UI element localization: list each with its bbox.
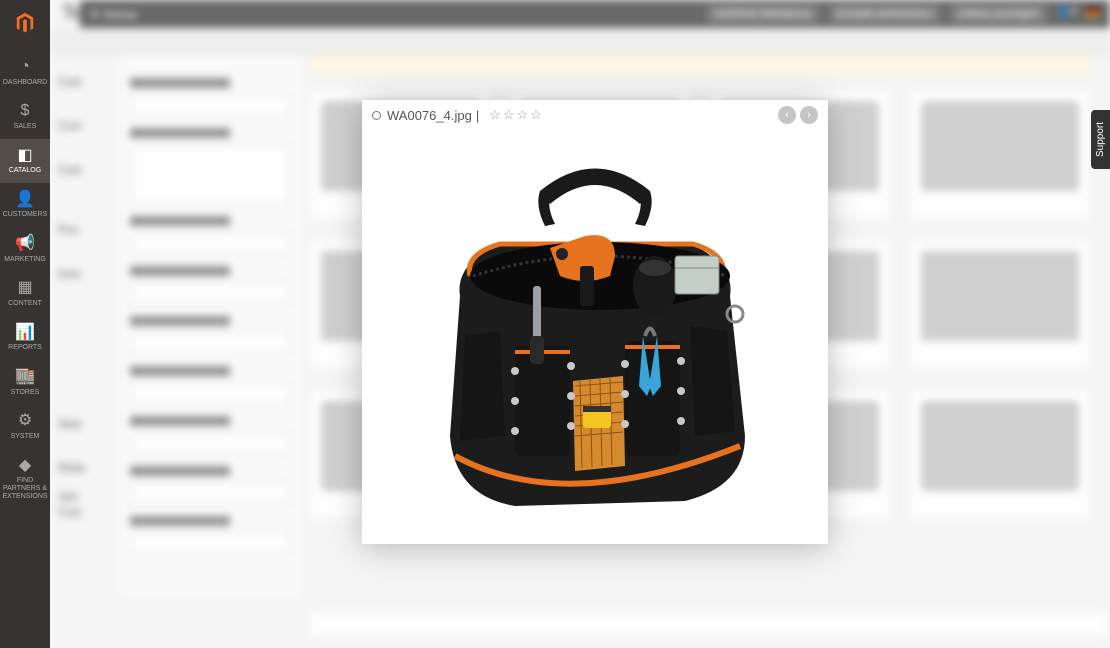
tool-bag-image — [385, 136, 805, 526]
section: Rela — [58, 460, 118, 490]
nav-content[interactable]: ▦ CONTENT — [0, 271, 50, 315]
asset-thumbnail[interactable] — [910, 90, 1090, 220]
user-icon[interactable]: 👤▾ — [1057, 5, 1076, 23]
separator: | — [476, 108, 479, 123]
magento-logo-icon[interactable] — [10, 8, 40, 38]
bg-filter-panel — [120, 56, 300, 596]
dashboard-icon: ◔ — [20, 58, 30, 76]
bg-header — [50, 28, 1110, 54]
topbar-btn[interactable]: Videos anzeigen — [950, 5, 1047, 23]
nav-label: MARKETING — [4, 256, 46, 264]
lightbox-next-button[interactable]: › — [800, 106, 818, 124]
nav-label: STORES — [11, 389, 40, 397]
section: Sea — [58, 416, 118, 446]
bg-pagination — [310, 610, 1110, 638]
section: Ima — [58, 266, 118, 296]
nav-dashboard[interactable]: ◔ DASHBOARD — [0, 50, 50, 94]
nav-system[interactable]: ⚙ SYSTEM — [0, 404, 50, 448]
image-lightbox: WA0076_4.jpg | ☆☆☆☆ ‹ › — [362, 100, 828, 544]
nav-label: SYSTEM — [11, 433, 40, 441]
nav-catalog[interactable]: ◧ CATALOG — [0, 139, 50, 183]
section: Con — [58, 118, 118, 148]
topbar-btn[interactable]: Geführte Webdemo — [707, 5, 819, 23]
nav-label: REPORTS — [8, 344, 42, 352]
section: Con — [58, 162, 118, 192]
nav-partners[interactable]: ◆ FIND PARTNERS & EXTENSIONS — [0, 449, 50, 509]
section: Pro — [58, 222, 118, 252]
lightbox-filename: WA0076_4.jpg — [387, 108, 472, 123]
nav-label: DASHBOARD — [3, 79, 47, 87]
section: Con — [58, 74, 118, 104]
topbar-btn[interactable]: Kontakt aufnehmen — [829, 5, 940, 23]
nav-label: CATALOG — [9, 167, 41, 175]
nav-marketing[interactable]: 📢 MARKETING — [0, 227, 50, 271]
system-icon: ⚙ — [18, 412, 32, 430]
content-icon: ▦ — [17, 279, 32, 297]
rating-stars[interactable]: ☆☆☆☆ — [489, 107, 544, 123]
nav-label: CUSTOMERS — [3, 211, 48, 219]
nav-customers[interactable]: 👤 CUSTOMERS — [0, 183, 50, 227]
reports-icon: 📊 — [15, 324, 35, 342]
support-tab[interactable]: Support — [1091, 110, 1110, 169]
nav-label: SALES — [14, 123, 37, 131]
tessa-topbar: ✕ tessa Geführte Webdemo Kontakt aufnehm… — [80, 0, 1110, 28]
lightbox-prev-button[interactable]: ‹ — [778, 106, 796, 124]
customers-icon: 👤 — [15, 191, 35, 209]
admin-sidebar: ◔ DASHBOARD $ SALES ◧ CATALOG 👤 CUSTOMERS 📢 M… — [0, 0, 50, 648]
bg-notice — [310, 54, 1090, 74]
nav-reports[interactable]: 📊 REPORTS — [0, 316, 50, 360]
nav-label: CONTENT — [8, 300, 42, 308]
asset-thumbnail[interactable] — [910, 240, 1090, 370]
stores-icon: 🏬 — [15, 368, 35, 386]
partners-icon: ◆ — [19, 457, 31, 475]
nav-stores[interactable]: 🏬 STORES — [0, 360, 50, 404]
nav-label: FIND PARTNERS & EXTENSIONS — [2, 477, 48, 500]
tessa-brand: ✕ tessa — [90, 8, 137, 21]
asset-thumbnail[interactable] — [910, 390, 1090, 520]
sales-icon: $ — [21, 102, 30, 120]
catalog-icon: ◧ — [17, 147, 32, 165]
marketing-icon: 📢 — [15, 235, 35, 253]
flag-icon[interactable]: 🇩🇪 — [1086, 5, 1100, 23]
status-circle-icon — [372, 111, 381, 120]
lightbox-image-area — [362, 130, 828, 544]
count: 384 — [58, 490, 78, 504]
section: Cus — [58, 504, 118, 534]
lightbox-header: WA0076_4.jpg | ☆☆☆☆ ‹ › — [362, 100, 828, 130]
nav-sales[interactable]: $ SALES — [0, 94, 50, 138]
bg-left-sections: Con Con Con Pro Ima Sea Rela Cus — [58, 60, 118, 620]
